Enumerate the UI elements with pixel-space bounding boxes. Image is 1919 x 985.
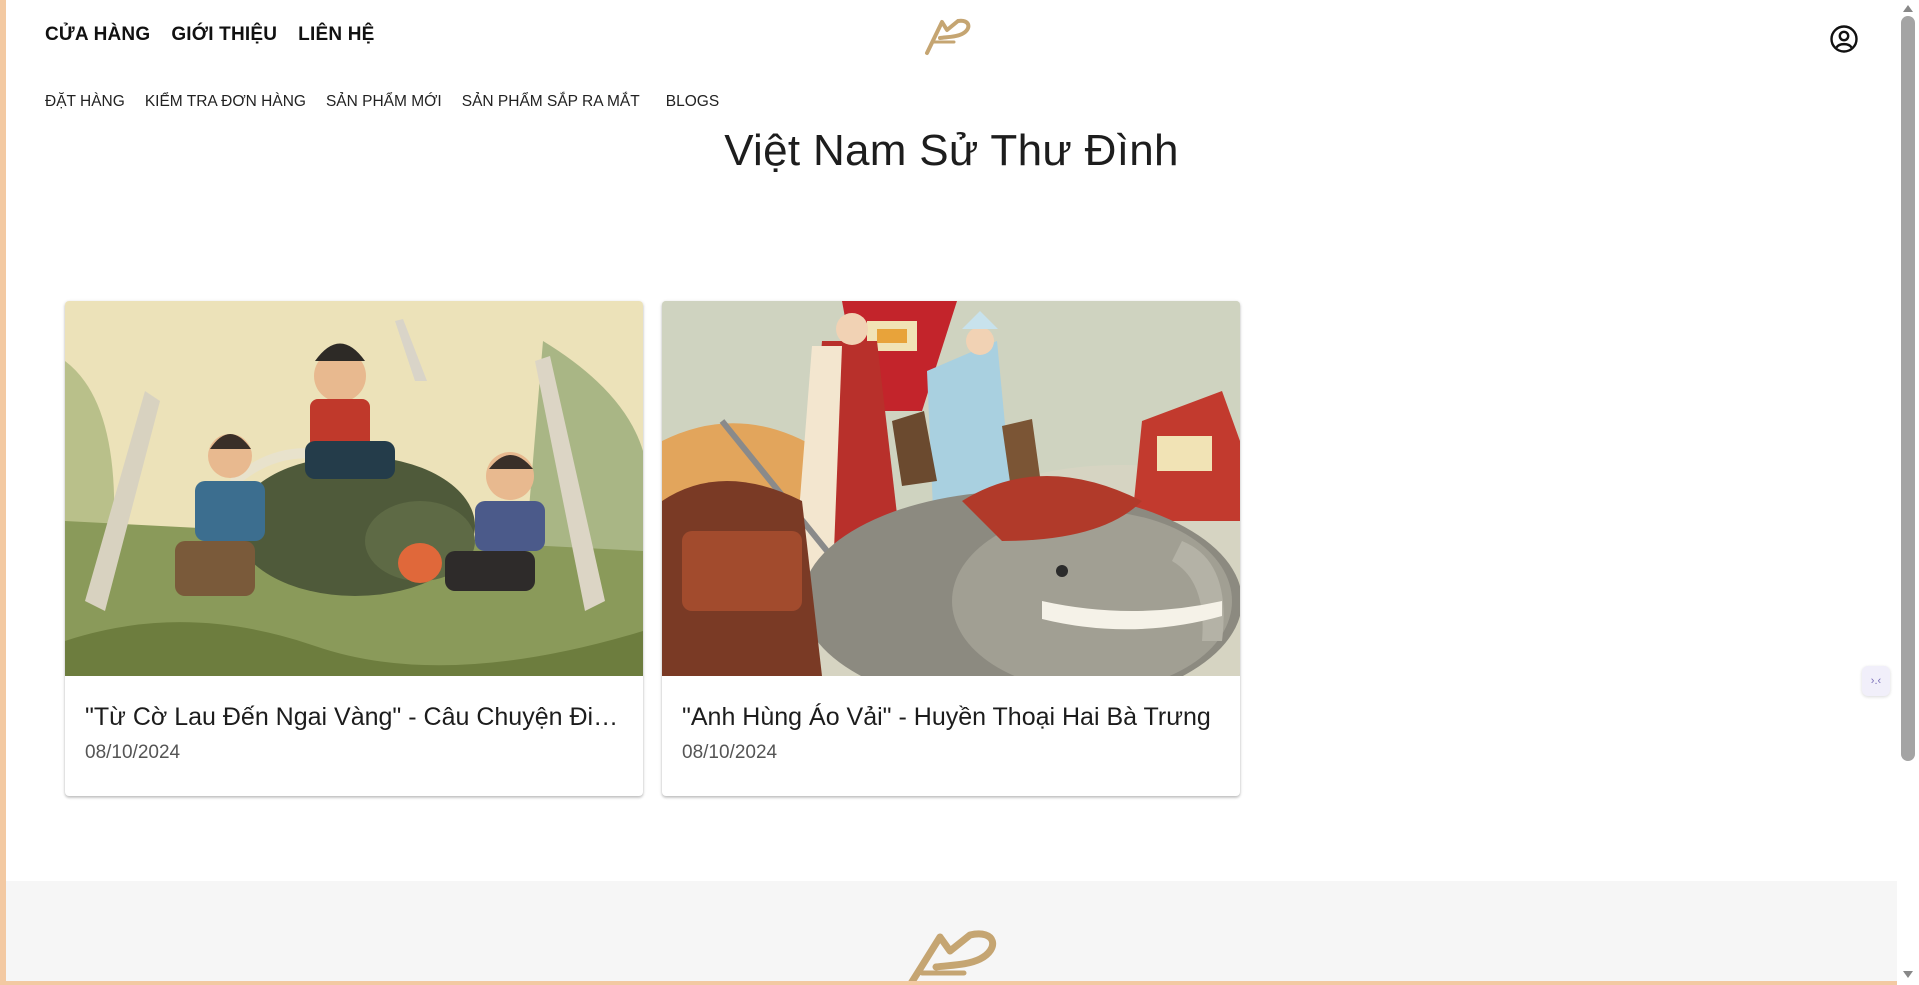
- subnav-san-pham-sap-ra-mat[interactable]: SẢN PHẨM SẮP RA MẮT: [462, 93, 640, 111]
- page-title: Việt Nam Sử Thư Đình: [724, 126, 1179, 175]
- blog-card-title[interactable]: "Anh Hùng Áo Vải" - Huyền Thoại Hai Bà T…: [682, 703, 1220, 732]
- blog-card[interactable]: "Anh Hùng Áo Vải" - Huyền Thoại Hai Bà T…: [662, 301, 1240, 796]
- blog-card-date: 08/10/2024: [85, 742, 181, 763]
- subnav-kiem-tra-don-hang[interactable]: KIỂM TRA ĐƠN HÀNG: [145, 93, 306, 111]
- brand-logo-icon[interactable]: [924, 16, 974, 56]
- nav-gioi-thieu[interactable]: GIỚI THIỆU: [171, 24, 277, 46]
- nav-cua-hang[interactable]: CỬA HÀNG: [45, 24, 150, 46]
- scroll-up-arrow-icon[interactable]: [1903, 5, 1913, 12]
- blog-thumbnail-image[interactable]: [65, 301, 643, 676]
- chat-widget-icon: ›.‹: [1870, 675, 1882, 687]
- scrollbar-thumb[interactable]: [1901, 16, 1915, 761]
- scroll-down-arrow-icon[interactable]: [1903, 971, 1913, 978]
- account-circle-icon[interactable]: [1829, 24, 1859, 54]
- subnav-dat-hang[interactable]: ĐẶT HÀNG: [45, 93, 125, 111]
- blog-card-date: 08/10/2024: [682, 742, 778, 763]
- brand-logo-icon[interactable]: [906, 927, 1002, 981]
- nav-lien-he[interactable]: LIÊN HỆ: [298, 24, 374, 46]
- subnav-san-pham-moi[interactable]: SẢN PHẨM MỚI: [326, 93, 442, 111]
- blog-card-title[interactable]: "Từ Cờ Lau Đến Ngai Vàng" - Câu Chuyện Đ…: [85, 703, 623, 732]
- blog-thumbnail-image[interactable]: [662, 301, 1240, 676]
- footer: [6, 881, 1897, 981]
- page: CỬA HÀNG GIỚI THIỆU LIÊN HỆ ĐẶT HÀNG KIỂ…: [6, 0, 1897, 981]
- chat-widget-button[interactable]: ›.‹: [1862, 666, 1890, 696]
- blog-card[interactable]: "Từ Cờ Lau Đến Ngai Vàng" - Câu Chuyện Đ…: [65, 301, 643, 796]
- subnav-blogs[interactable]: BLOGS: [666, 93, 719, 111]
- sub-nav: ĐẶT HÀNG KIỂM TRA ĐƠN HÀNG SẢN PHẨM MỚI …: [45, 93, 739, 111]
- main-nav: CỬA HÀNG GIỚI THIỆU LIÊN HỆ: [45, 24, 375, 46]
